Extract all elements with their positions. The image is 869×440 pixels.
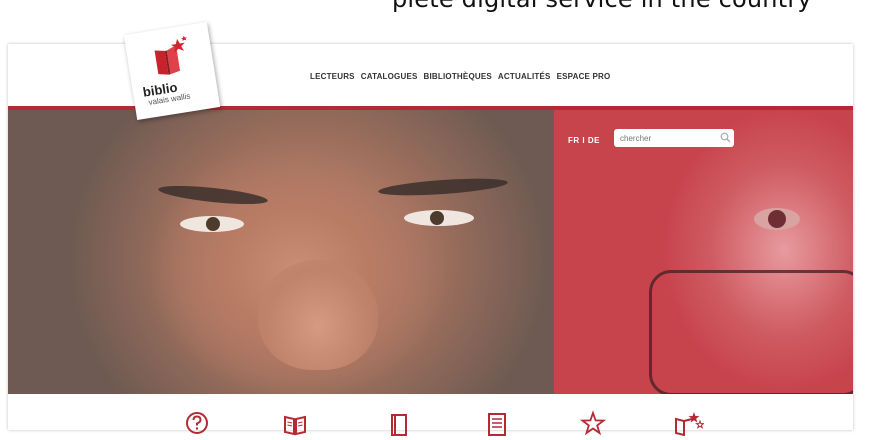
service-icons-row [8,410,853,440]
star-icon[interactable] [580,410,606,436]
nav-bibliotheques[interactable]: BIBLIOTHÈQUES [424,72,492,81]
logo-mark-icon [154,35,187,75]
document-icon[interactable] [484,410,510,436]
hero-photo-man [8,110,554,394]
site-logo[interactable]: biblio valais wallis [123,21,221,121]
page-caption: plete digital service in the country [392,0,812,12]
book-icon[interactable] [386,410,412,436]
nose [258,260,378,370]
main-navigation: LECTEURS CATALOGUES BIBLIOTHÈQUES ACTUAL… [310,72,610,81]
left-eyebrow [157,182,269,208]
search-input[interactable] [614,129,734,147]
book-star-icon[interactable] [674,410,704,436]
nav-espace-pro[interactable]: ESPACE PRO [557,72,611,81]
language-switcher[interactable]: FR I DE [568,136,600,145]
website-frame: LECTEURS CATALOGUES BIBLIOTHÈQUES ACTUAL… [8,21,853,436]
nav-lecteurs[interactable]: LECTEURS [310,72,355,81]
nav-catalogues[interactable]: CATALOGUES [361,72,418,81]
left-eye [180,216,244,232]
help-icon[interactable] [184,410,210,436]
nav-actualites[interactable]: ACTUALITÉS [498,72,551,81]
right-eyebrow [377,175,509,199]
open-book-icon[interactable] [282,410,308,436]
search-icon[interactable] [720,132,731,143]
hero-banner: FR I DE [8,110,853,394]
right-eye [404,210,474,226]
hero-photo-woman: FR I DE [554,110,853,394]
glasses [649,270,853,394]
woman-iris [768,210,786,228]
